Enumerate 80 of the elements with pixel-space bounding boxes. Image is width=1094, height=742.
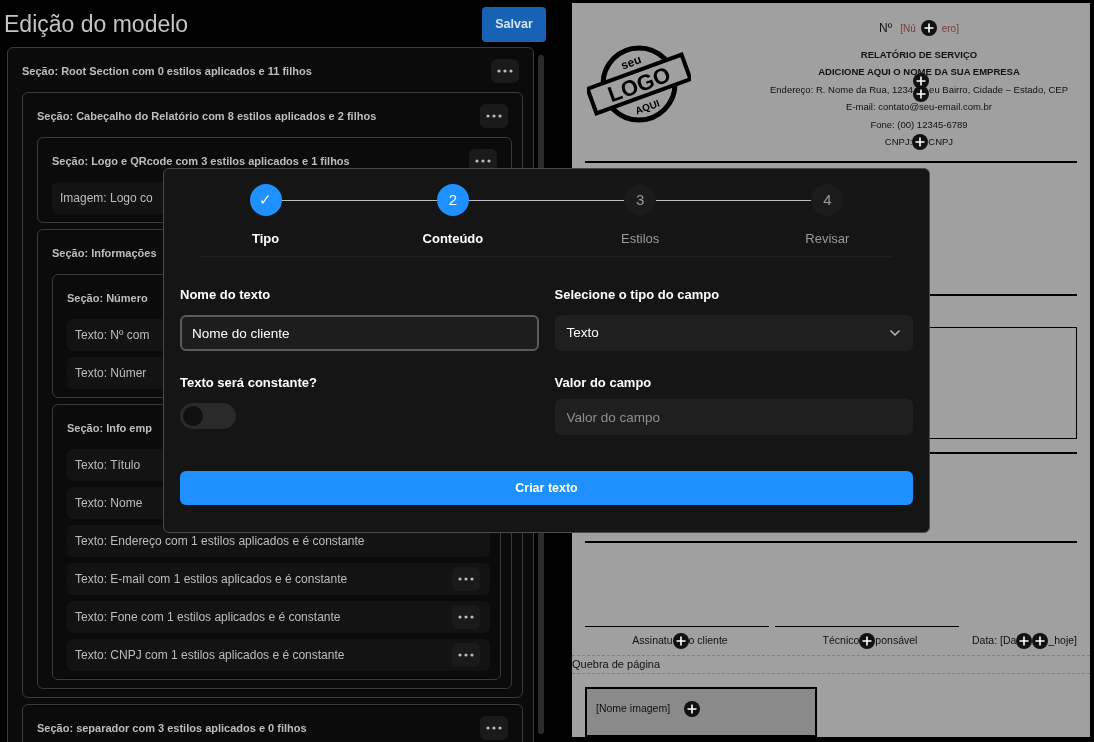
more-button[interactable] [480, 716, 508, 740]
report-heading: ADICIONE AQUI O NOME DA SUA EMPRESA [818, 65, 1020, 80]
signature-label: _hoje] [1048, 633, 1077, 649]
more-icon [458, 615, 474, 619]
step-indicator: 2 [436, 184, 469, 216]
value-input[interactable]: Valor do campo [554, 399, 913, 435]
item-label: Texto: Nº com [75, 327, 150, 344]
company-info: Fone: (00) 12345-6789 [870, 117, 968, 132]
section-title[interactable]: Seção: Informações [52, 247, 157, 259]
more-button[interactable] [452, 643, 480, 667]
step-label: Conteúdo [422, 230, 484, 248]
company-info: Endereço: R. Nome da Rua, 1234 [770, 82, 914, 97]
signature-label: ponsável [875, 633, 918, 649]
section-title[interactable]: Seção: Número [67, 292, 148, 304]
step-label: Tipo [252, 230, 280, 248]
report-heading: RELATÓRIO DE SERVIÇO [860, 47, 978, 62]
more-icon [458, 577, 474, 581]
step-indicator: 4 [811, 184, 844, 216]
tree-item[interactable]: Texto: CNPJ com 1 estilos aplicados e é constante [67, 639, 490, 671]
company-info: eu Bairro, Cidade – Estado, CEP [929, 82, 1068, 97]
more-icon [486, 114, 502, 118]
field-label: Texto será constante? [180, 374, 319, 391]
placeholder-text: ero] [941, 21, 959, 36]
company-info: CNPJ: [884, 135, 913, 150]
save-button[interactable]: Salvar [482, 6, 546, 42]
more-icon [475, 159, 491, 163]
item-label: Imagem: Logo co [60, 190, 153, 207]
section-title[interactable]: Seção: Logo e QRcode com 3 estilos aplicados e 1 filhos [52, 155, 350, 167]
signature-label: Data: [Da [972, 633, 1017, 649]
more-button[interactable] [452, 605, 480, 629]
add-icon[interactable] [912, 134, 929, 151]
signature-label: Assinatu [632, 633, 673, 649]
section-title[interactable]: Seção: Root Section com 0 estilos aplicados e 11 filhos [22, 65, 312, 77]
more-button[interactable] [480, 104, 508, 128]
item-label: Texto: Nome [75, 495, 143, 512]
type-select[interactable]: Texto [554, 315, 913, 351]
add-icon[interactable] [913, 85, 930, 102]
chevron-down-icon [889, 329, 901, 337]
constant-toggle[interactable] [180, 403, 236, 429]
toggle-knob [183, 406, 203, 426]
more-icon [458, 653, 474, 657]
name-input[interactable]: Nome do cliente [180, 315, 539, 351]
step-indicator: 3 [624, 184, 657, 216]
tree-item[interactable]: Texto: Fone com 1 estilos aplicados e é constante [67, 601, 490, 633]
more-button[interactable] [452, 567, 480, 591]
company-info: CNPJ [928, 135, 954, 150]
more-button[interactable] [491, 59, 519, 83]
signature-label: o cliente [688, 633, 728, 649]
step-label: Revisar [805, 230, 850, 248]
number-label: Nº [879, 20, 893, 37]
section-title[interactable]: Seção: Info emp [67, 422, 152, 434]
item-label: Texto: Título [75, 457, 141, 474]
item-label: Texto: Númer [75, 365, 147, 382]
add-icon[interactable] [1016, 633, 1033, 649]
more-icon [486, 726, 502, 730]
item-label: Texto: CNPJ com 1 estilos aplicados e é constante [75, 647, 345, 664]
company-info: E-mail: contato@seu-email.com.br [846, 100, 992, 115]
signature-label: Técnico [822, 633, 860, 649]
logo-drawing: LOGO seu AQUI [587, 44, 691, 124]
section-title[interactable]: Seção: separador com 3 estilos aplicados e 0 filhos [37, 722, 307, 734]
add-icon[interactable] [920, 20, 937, 36]
more-icon [497, 69, 513, 73]
step-label: Estilos [620, 230, 660, 248]
item-label: Texto: E-mail com 1 estilos aplicados e é constante [75, 571, 348, 588]
page-break-label: Quebra de página [572, 657, 662, 672]
item-label: Texto: Fone com 1 estilos aplicados e é constante [75, 609, 341, 626]
image-name: [Nome imagem] [596, 701, 671, 717]
add-icon[interactable] [1032, 633, 1049, 649]
section-title[interactable]: Seção: Cabeçalho do Relatório com 8 estilos aplicados e 2 filhos [37, 110, 377, 122]
item-label: Texto: Endereço com 1 estilos aplicados e é constante [75, 533, 365, 550]
field-label: Selecione o tipo do campo [554, 286, 721, 303]
field-label: Valor do campo [554, 374, 653, 391]
placeholder-text: [Nú [900, 21, 916, 36]
step-indicator: ✓ [249, 184, 282, 216]
add-icon[interactable] [859, 633, 876, 649]
add-icon[interactable] [672, 633, 689, 649]
page-title: Edição do modelo [4, 9, 189, 39]
tree-item[interactable]: Texto: E-mail com 1 estilos aplicados e é constante [67, 563, 490, 595]
field-label: Nome do texto [180, 286, 272, 303]
add-icon[interactable] [684, 701, 701, 717]
